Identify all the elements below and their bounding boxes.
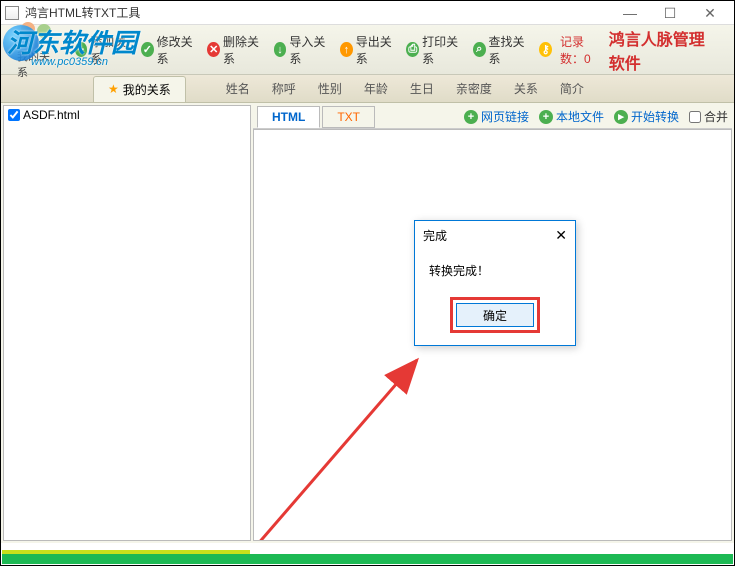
export-relation-button[interactable]: ↑导出关系 xyxy=(336,31,400,69)
col-relation: 关系 xyxy=(504,80,548,97)
col-gender: 性别 xyxy=(308,80,352,97)
close-button[interactable]: ✕ xyxy=(690,2,730,24)
star-icon: ★ xyxy=(108,82,119,96)
print-icon: ⎙ xyxy=(406,42,419,57)
complete-dialog: 完成 ✕ 转换完成！ 确定 xyxy=(414,220,576,346)
people-icon xyxy=(19,20,53,46)
dialog-message: 转换完成！ xyxy=(429,264,489,278)
file-list-pane: ASDF.html xyxy=(3,105,251,541)
play-icon: ▸ xyxy=(614,110,628,124)
column-headers: 姓名 称呼 性别 年龄 生日 亲密度 关系 简介 xyxy=(216,80,594,97)
import-relation-button[interactable]: ↓导入关系 xyxy=(270,31,334,69)
right-toolbar: HTML TXT +网页链接 +本地文件 ▸开始转换 合并 xyxy=(253,105,732,129)
workarea: ASDF.html HTML TXT +网页链接 +本地文件 ▸开始转换 合并 … xyxy=(1,103,734,543)
file-item[interactable]: ASDF.html xyxy=(4,106,250,124)
col-call: 称呼 xyxy=(262,80,306,97)
sub-toolbar: ★ 我的关系 姓名 称呼 性别 年龄 生日 亲密度 关系 简介 xyxy=(1,75,734,103)
app-title-text: 鸿言人脉管理软件 xyxy=(609,26,726,74)
ribbon-toolbar: 我的关系 +添加关系 ✓修改关系 ✕删除关系 ↓导入关系 ↑导出关系 ⎙打印关系… xyxy=(1,25,734,75)
edit-relation-button[interactable]: ✓修改关系 xyxy=(137,31,201,69)
merge-checkbox[interactable] xyxy=(689,111,701,123)
file-name: ASDF.html xyxy=(23,108,80,122)
col-intro: 简介 xyxy=(550,80,594,97)
file-checkbox[interactable] xyxy=(8,109,20,121)
statusbar xyxy=(2,554,733,564)
content-area: 完成 ✕ 转换完成！ 确定 xyxy=(253,129,732,541)
key-icon: ⚷ xyxy=(539,42,552,57)
export-icon: ↑ xyxy=(340,42,353,57)
find-relation-button[interactable]: ⌕查找关系 xyxy=(469,31,533,69)
tab-txt[interactable]: TXT xyxy=(322,106,375,128)
delete-icon: ✕ xyxy=(207,42,220,57)
col-age: 年龄 xyxy=(354,80,398,97)
web-link-button[interactable]: +网页链接 xyxy=(460,106,533,127)
record-count-label: 记录数：0 xyxy=(560,33,607,67)
print-relation-button[interactable]: ⎙打印关系 xyxy=(402,31,466,69)
minimize-button[interactable]: — xyxy=(610,2,650,24)
col-name: 姓名 xyxy=(216,80,260,97)
col-intimacy: 亲密度 xyxy=(446,80,502,97)
col-birthday: 生日 xyxy=(400,80,444,97)
ok-highlight-box: 确定 xyxy=(450,297,540,333)
check-icon: ✓ xyxy=(141,42,154,57)
add-relation-button[interactable]: +添加关系 xyxy=(71,31,135,69)
dialog-close-button[interactable]: ✕ xyxy=(555,227,567,244)
dialog-title: 完成 xyxy=(423,227,447,244)
delete-relation-button[interactable]: ✕删除关系 xyxy=(203,31,267,69)
import-icon: ↓ xyxy=(274,42,287,57)
local-file-button[interactable]: +本地文件 xyxy=(535,106,608,127)
right-pane: HTML TXT +网页链接 +本地文件 ▸开始转换 合并 完成 ✕ 转换完成！ xyxy=(253,105,732,541)
plus-icon: + xyxy=(539,110,553,124)
plus-icon: + xyxy=(464,110,478,124)
plus-icon: + xyxy=(75,42,88,57)
my-relations-tab[interactable]: ★ 我的关系 xyxy=(93,76,186,102)
start-convert-button[interactable]: ▸开始转换 xyxy=(610,106,683,127)
tab-html[interactable]: HTML xyxy=(257,106,320,128)
maximize-button[interactable]: ☐ xyxy=(650,2,690,24)
merge-checkbox-label[interactable]: 合并 xyxy=(689,108,728,125)
search-icon: ⌕ xyxy=(473,42,486,57)
titlebar: 鸿言HTML转TXT工具 — ☐ ✕ xyxy=(1,1,734,25)
ok-button[interactable]: 确定 xyxy=(456,303,534,327)
my-relations-button[interactable]: 我的关系 xyxy=(9,18,63,82)
